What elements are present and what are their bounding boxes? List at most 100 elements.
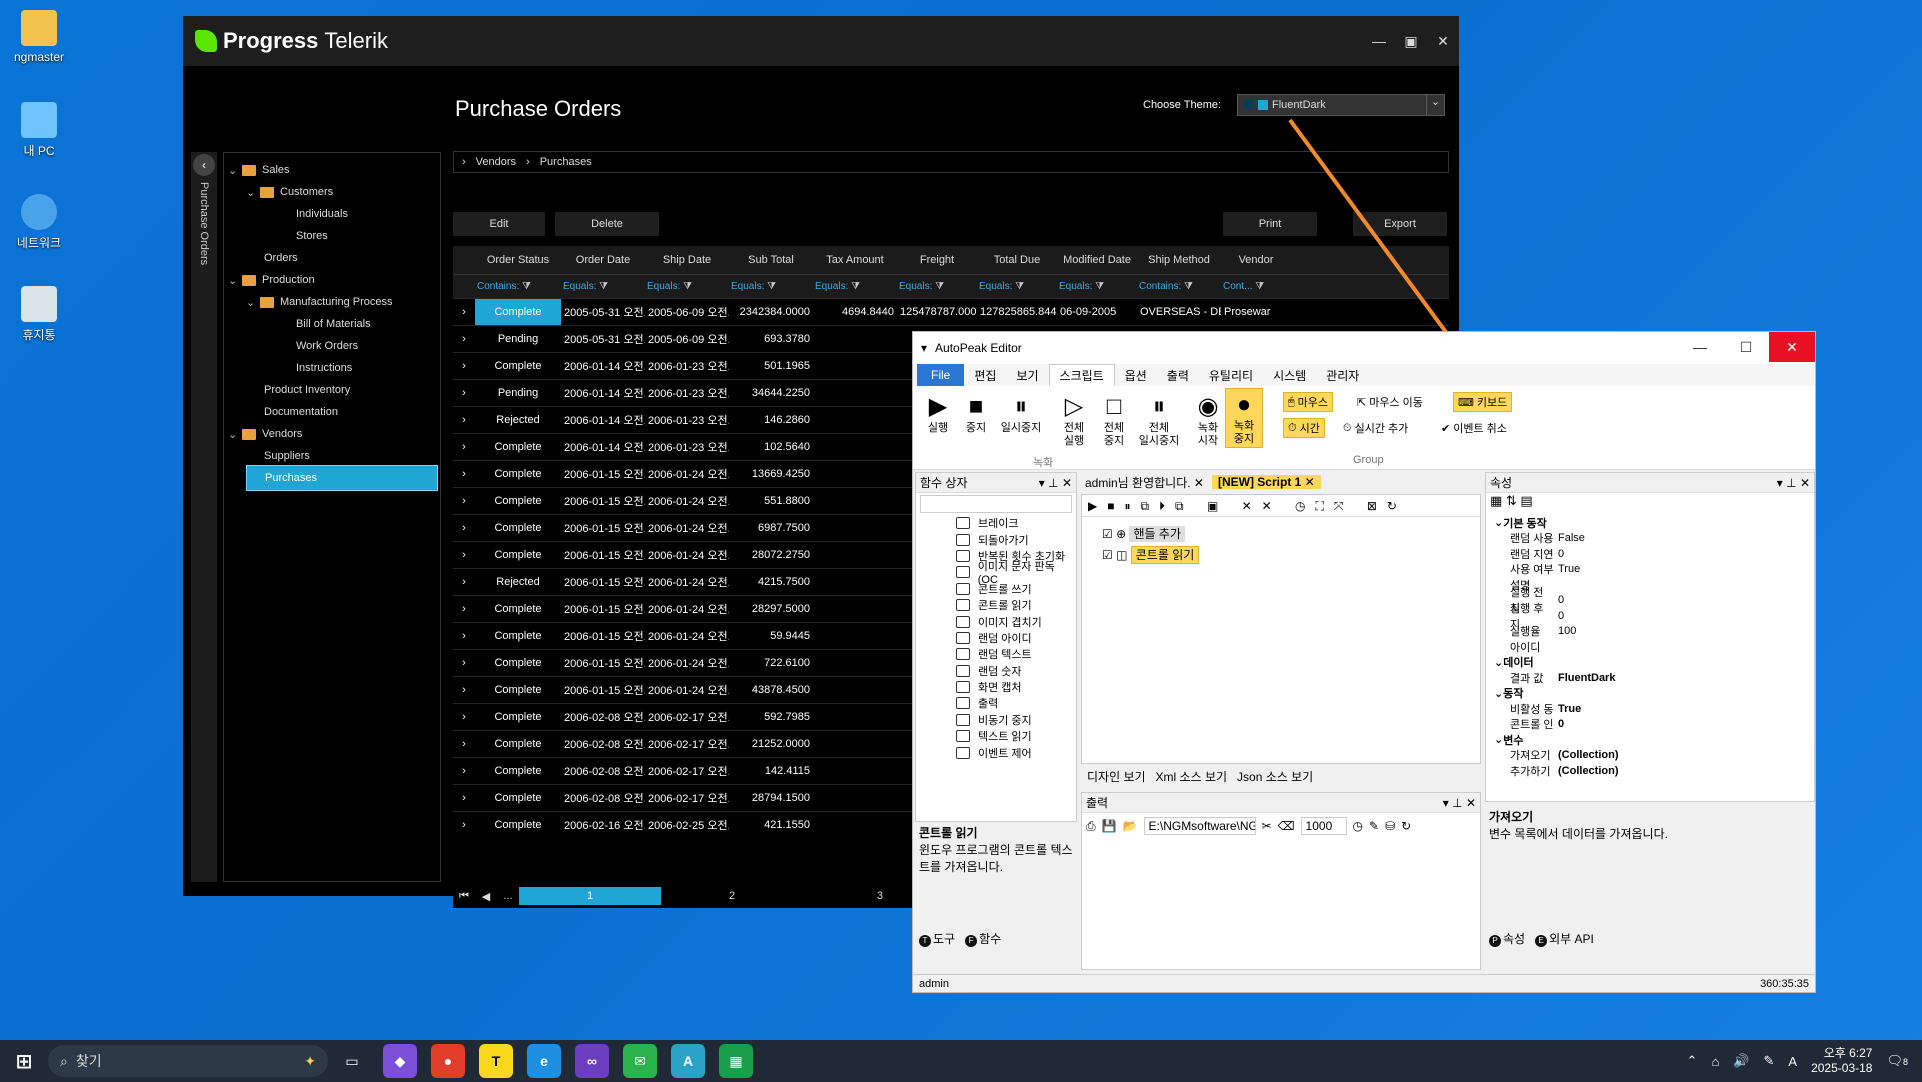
script-item-read-control[interactable]: ☑ ◫ 콘트롤 읽기 xyxy=(1102,546,1460,564)
pause-all-button[interactable]: ⏸ 전체 일시중지 xyxy=(1135,392,1183,448)
function-item[interactable]: 되돌아가기 xyxy=(916,531,1076,547)
ribbon-tab[interactable]: 시스템 xyxy=(1263,367,1316,384)
property-row[interactable]: 아이디 xyxy=(1486,639,1814,655)
script-item-handle[interactable]: ☑ ⊕ 핸들 추가 xyxy=(1102,525,1460,542)
eraser-icon[interactable]: ⌫ xyxy=(1278,819,1295,833)
mouse-move-button[interactable]: ⇱ 마우스 이동 xyxy=(1357,394,1423,410)
properties-toolbar[interactable]: ▦ ⇅ ▤ xyxy=(1486,493,1814,515)
task-view-icon[interactable]: ▭ xyxy=(335,1044,369,1078)
spreadsheet-icon[interactable]: ▦ xyxy=(719,1044,753,1078)
view-tab[interactable]: Xml 소스 보기 xyxy=(1156,768,1228,785)
record-stop-button[interactable]: ● 녹화 중지 xyxy=(1225,388,1263,448)
property-row[interactable]: 결과 값 FluentDark xyxy=(1486,670,1814,686)
folder-icon[interactable]: 📂 xyxy=(1123,819,1138,833)
ribbon-tab[interactable]: 유틸리티 xyxy=(1199,367,1263,384)
tray-chevron-icon[interactable]: ⌃ xyxy=(1687,1053,1698,1069)
function-search-input[interactable] xyxy=(920,495,1072,513)
run-all-button[interactable]: ▷ 전체 실행 xyxy=(1055,392,1093,448)
visual-studio-icon[interactable]: ∞ xyxy=(575,1044,609,1078)
ime-indicator[interactable]: A xyxy=(1788,1054,1797,1069)
property-row[interactable]: 비활성 동 True xyxy=(1486,701,1814,717)
tab-welcome[interactable]: admin님 환영합니다. ✕ xyxy=(1081,474,1208,491)
notification-icon[interactable]: 🗨8 xyxy=(1886,1053,1908,1069)
view-tab[interactable]: 디자인 보기 xyxy=(1087,768,1146,785)
function-item[interactable]: 브레이크 xyxy=(916,515,1076,531)
search-box[interactable]: ⌕ 찾기 ✦ xyxy=(48,1045,328,1077)
ribbon-tab[interactable]: 보기 xyxy=(1006,367,1048,384)
function-item[interactable]: 콘트롤 읽기 xyxy=(916,597,1076,613)
close-icon[interactable]: ✕ xyxy=(1769,332,1815,362)
property-value[interactable]: 0 xyxy=(1554,594,1564,606)
volume-icon[interactable]: 🔊 xyxy=(1733,1053,1749,1069)
pin-icon[interactable]: ▾ ⊥ ✕ xyxy=(1039,476,1072,490)
function-item[interactable]: 화면 캡처 xyxy=(916,679,1076,695)
function-item[interactable]: 이벤트 제어 xyxy=(916,744,1076,760)
function-item[interactable]: 랜덤 텍스트 xyxy=(916,646,1076,662)
ribbon-tab[interactable]: 출력 xyxy=(1157,367,1199,384)
clock-icon[interactable]: ◷ xyxy=(1353,819,1363,833)
property-value[interactable]: 0 xyxy=(1554,548,1564,560)
property-value[interactable]: (Collection) xyxy=(1554,749,1619,761)
property-row[interactable]: 랜덤 지연 0 xyxy=(1486,546,1814,562)
wechat-icon[interactable]: ✉ xyxy=(623,1044,657,1078)
view-tab[interactable]: Json 소스 보기 xyxy=(1237,768,1313,785)
pane-controls-icon[interactable]: ▾ ⊥ ✕ xyxy=(1443,796,1476,810)
add-doc-icon[interactable]: ⎙ xyxy=(1086,819,1096,834)
network-icon[interactable]: ⌂ xyxy=(1711,1054,1719,1069)
property-value[interactable]: 100 xyxy=(1554,625,1576,637)
property-value[interactable]: 0 xyxy=(1554,718,1564,730)
realtime-add-button[interactable]: ⏲ 실시간 추가 xyxy=(1343,420,1408,436)
script-toolbar[interactable]: ▶■⏸⧉⏵⧉ ▣ ✕✕ ◷⛶⤧ ⊠↻ xyxy=(1082,495,1480,517)
property-row[interactable]: 랜덤 사용 False xyxy=(1486,531,1814,547)
kakaotalk-icon[interactable]: T xyxy=(479,1044,513,1078)
property-value[interactable]: (Collection) xyxy=(1554,765,1619,777)
property-row[interactable]: 추가하기 (Collection) xyxy=(1486,763,1814,779)
property-row[interactable]: 콘트롤 인0 xyxy=(1486,717,1814,733)
function-item[interactable]: 이미지 문자 판독 (OC xyxy=(916,561,1076,586)
property-value[interactable]: FluentDark xyxy=(1554,672,1615,684)
ribbon-tab[interactable]: 스크립트 xyxy=(1048,364,1115,386)
event-cancel-button[interactable]: ✔ 이벤트 취소 xyxy=(1441,420,1507,436)
chrome-icon[interactable]: ● xyxy=(431,1044,465,1078)
property-row[interactable]: 가져오기 (Collection) xyxy=(1486,748,1814,764)
bucket-icon[interactable]: ⛁ xyxy=(1385,819,1395,833)
refresh-icon[interactable]: ↻ xyxy=(1401,819,1411,833)
mouse-button[interactable]: 🖱 마우스 xyxy=(1283,392,1333,412)
autopeak-taskbar-icon[interactable]: A xyxy=(671,1044,705,1078)
run-button[interactable]: ▶ 실행 xyxy=(919,392,957,435)
start-button[interactable]: ⊞ xyxy=(7,1044,41,1078)
maximize-icon[interactable]: ☐ xyxy=(1723,332,1769,362)
menu-icon[interactable]: ▾ xyxy=(913,341,935,355)
minimize-icon[interactable]: — xyxy=(1677,332,1723,362)
ribbon-tab[interactable]: 옵션 xyxy=(1115,367,1157,384)
stop-button[interactable]: ■ 중지 xyxy=(957,392,995,435)
ribbon-tab[interactable]: File xyxy=(917,364,965,386)
tab-script-1[interactable]: [NEW] Script 1 ✕ xyxy=(1211,475,1321,489)
output-path-input[interactable]: E:\NGMsoftware\NG xyxy=(1143,817,1256,835)
copilot-icon[interactable]: ◆ xyxy=(383,1044,417,1078)
property-category[interactable]: ⌄ 기본 동작 xyxy=(1486,515,1814,531)
tab-functions[interactable]: F 함수 xyxy=(965,930,1001,947)
keyboard-button[interactable]: ⌨ 키보드 xyxy=(1453,392,1513,412)
property-category[interactable]: ⌄ 동작 xyxy=(1486,686,1814,702)
time-button[interactable]: ⏱ 시간 xyxy=(1283,418,1325,438)
pen-icon[interactable]: ✎ xyxy=(1369,819,1379,833)
pause-button[interactable]: ⏸ 일시중지 xyxy=(997,392,1045,435)
record-start-button[interactable]: ◉ 녹화 시작 xyxy=(1189,392,1227,448)
tab-tools[interactable]: T 도구 xyxy=(919,930,955,947)
function-item[interactable]: 이미지 겹치기 xyxy=(916,613,1076,629)
interval-stepper[interactable]: 1000 xyxy=(1300,817,1347,835)
property-value[interactable]: 0 xyxy=(1554,610,1564,622)
property-row[interactable]: 사용 여부 True xyxy=(1486,562,1814,578)
function-item[interactable]: 비동기 중지 xyxy=(916,712,1076,728)
function-item[interactable]: 텍스트 읽기 xyxy=(916,728,1076,744)
pane-controls-icon[interactable]: ▾ ⊥ ✕ xyxy=(1777,476,1810,490)
property-value[interactable]: True xyxy=(1554,563,1580,575)
edge-icon[interactable]: e xyxy=(527,1044,561,1078)
tab-external-api[interactable]: E 외부 API xyxy=(1535,930,1594,947)
stop-all-button[interactable]: □ 전체 중지 xyxy=(1095,392,1133,448)
ribbon-tab[interactable]: 관리자 xyxy=(1316,367,1369,384)
property-value[interactable]: False xyxy=(1554,532,1585,544)
function-item[interactable]: 랜덤 숫자 xyxy=(916,663,1076,679)
ribbon-tab[interactable]: 편집 xyxy=(964,367,1006,384)
